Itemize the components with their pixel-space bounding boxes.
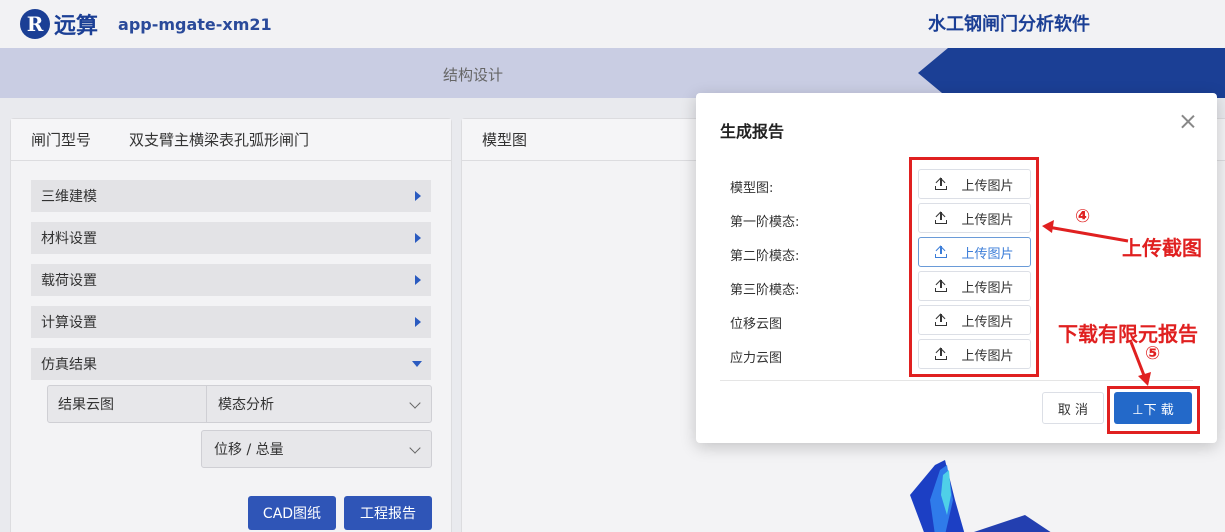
row-label-displacement: 位移云图 bbox=[730, 317, 783, 332]
engineering-report-button[interactable]: 工程报告 bbox=[344, 496, 432, 530]
row-label-mode3: 第三阶模态: bbox=[730, 283, 800, 298]
chevron-down-icon[interactable] bbox=[409, 397, 421, 409]
cad-drawing-button[interactable]: CAD图纸 bbox=[248, 496, 336, 530]
caret-right-icon bbox=[415, 275, 421, 285]
model-3d-preview bbox=[910, 460, 1051, 532]
annotation-arrow-download bbox=[1129, 341, 1151, 386]
chevron-down-icon[interactable] bbox=[409, 442, 421, 454]
row-label-mode1: 第一阶模态: bbox=[730, 215, 800, 230]
app-id: app-mgate-xm21 bbox=[118, 14, 272, 34]
tab-accent-decoration bbox=[918, 48, 1225, 98]
caret-right-icon bbox=[415, 191, 421, 201]
analysis-select[interactable]: 模态分析 bbox=[218, 394, 274, 414]
logo: R 远算 bbox=[20, 8, 98, 40]
section-label: 材料设置 bbox=[41, 231, 97, 247]
tab-bar: 结构设计 bbox=[0, 48, 1225, 98]
gate-type-value: 双支臂主横梁表孔弧形闸门 bbox=[129, 131, 310, 149]
app-title: 水工钢闸门分析软件 bbox=[928, 14, 1090, 35]
section-label: 三维建模 bbox=[41, 189, 97, 205]
divider bbox=[206, 386, 207, 422]
gate-type-label: 闸门型号 bbox=[31, 131, 92, 149]
component-select-value: 位移 / 总量 bbox=[214, 442, 284, 458]
result-cloud-label: 结果云图 bbox=[58, 397, 114, 413]
caret-right-icon bbox=[415, 233, 421, 243]
section-label: 仿真结果 bbox=[41, 357, 97, 373]
section-3d-modeling[interactable]: 三维建模 bbox=[31, 180, 431, 212]
section-simulation-results[interactable]: 仿真结果 bbox=[31, 348, 431, 380]
logo-text: 远算 bbox=[54, 14, 99, 39]
annotation-upload-text: 上传截图 bbox=[1122, 236, 1202, 260]
caret-down-icon bbox=[412, 361, 422, 367]
row-label-stress: 应力云图 bbox=[730, 351, 783, 366]
result-cloud-row: 结果云图 模态分析 bbox=[47, 385, 432, 423]
row-label-mode2: 第二阶模态: bbox=[730, 249, 800, 264]
row-label-model: 模型图: bbox=[730, 181, 774, 196]
annotation-step4-number: ④ bbox=[1075, 206, 1091, 227]
gate-type-header: 闸门型号 双支臂主横梁表孔弧形闸门 bbox=[11, 119, 451, 161]
section-label: 载荷设置 bbox=[41, 273, 97, 289]
section-label: 计算设置 bbox=[41, 315, 97, 331]
dialog-divider bbox=[720, 380, 1193, 381]
close-icon[interactable] bbox=[1177, 111, 1199, 133]
tab-structure-design[interactable]: 结构设计 bbox=[443, 64, 503, 85]
section-load-settings[interactable]: 载荷设置 bbox=[31, 264, 431, 296]
dialog-title: 生成报告 bbox=[720, 122, 785, 141]
component-select[interactable]: 位移 / 总量 bbox=[201, 430, 432, 468]
section-material-settings[interactable]: 材料设置 bbox=[31, 222, 431, 254]
caret-right-icon bbox=[415, 317, 421, 327]
cancel-button[interactable]: 取 消 bbox=[1042, 392, 1104, 424]
app-header: R 远算 app-mgate-xm21 水工钢闸门分析软件 bbox=[0, 0, 1225, 48]
annotation-upload-box bbox=[909, 157, 1039, 377]
section-calc-settings[interactable]: 计算设置 bbox=[31, 306, 431, 338]
left-panel: 闸门型号 双支臂主横梁表孔弧形闸门 三维建模 材料设置 载荷设置 计算设置 仿真… bbox=[10, 118, 452, 532]
annotation-download-box bbox=[1107, 386, 1200, 434]
logo-icon: R bbox=[20, 9, 50, 39]
